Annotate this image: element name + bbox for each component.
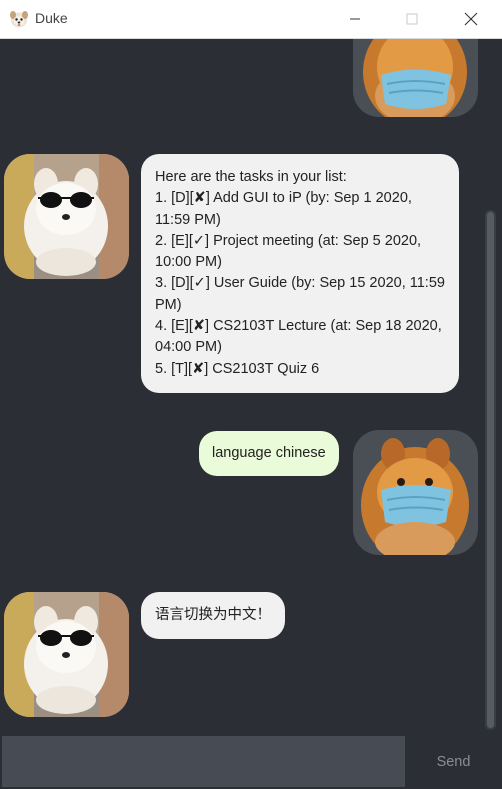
- window-title: Duke: [35, 10, 68, 26]
- message-line: 语言切换为中文！: [155, 607, 271, 623]
- minimize-button[interactable]: [332, 0, 378, 38]
- app-window: Duke Here are the tasks in your list: 1.…: [0, 0, 502, 789]
- maximize-icon: [406, 13, 418, 25]
- title-bar[interactable]: Duke: [0, 0, 502, 39]
- vertical-scrollbar[interactable]: [485, 210, 496, 730]
- message-line: 5. [T][✘] CS2103T Quiz 6: [155, 360, 320, 377]
- message-input[interactable]: [2, 736, 405, 787]
- input-bar: Send: [0, 734, 502, 789]
- maximize-button[interactable]: [389, 0, 435, 38]
- pomeranian-with-mask-avatar: [353, 39, 478, 117]
- bot-message-bubble: 语言切换为中文！: [141, 592, 285, 640]
- pomeranian-with-sunglasses-avatar: [4, 154, 129, 279]
- pomeranian-with-sunglasses-avatar: [4, 592, 129, 717]
- message-line: Here are the tasks in your list:: [155, 169, 347, 185]
- user-message-bubble: language chinese: [199, 431, 339, 477]
- message-line: 2. [E][✓] Project meeting (at: Sep 5 202…: [155, 232, 422, 249]
- pomeranian-with-mask-avatar: [353, 430, 478, 555]
- message-line: 11:59 PM): [155, 211, 221, 228]
- message-line: PM): [155, 296, 182, 313]
- scrollbar-thumb[interactable]: [487, 212, 494, 728]
- minimize-icon: [350, 18, 360, 20]
- pomeranian-dog-icon: [9, 9, 29, 29]
- bot-message-bubble: Here are the tasks in your list: 1. [D][…: [141, 154, 459, 393]
- message-line: language chinese: [212, 445, 326, 461]
- close-button[interactable]: [448, 0, 494, 38]
- message-line: 10:00 PM): [155, 254, 222, 271]
- chat-scroll-pane[interactable]: Here are the tasks in your list: 1. [D][…: [0, 39, 502, 734]
- message-line: 4. [E][✘] CS2103T Lecture (at: Sep 18 20…: [155, 318, 442, 335]
- message-line: 04:00 PM): [155, 339, 222, 356]
- send-button[interactable]: Send: [407, 736, 500, 787]
- close-icon: [464, 12, 478, 26]
- message-line: 1. [D][✘] Add GUI to iP (by: Sep 1 2020,: [155, 190, 412, 207]
- message-line: 3. [D][✓] User Guide (by: Sep 15 2020, 1…: [155, 275, 445, 292]
